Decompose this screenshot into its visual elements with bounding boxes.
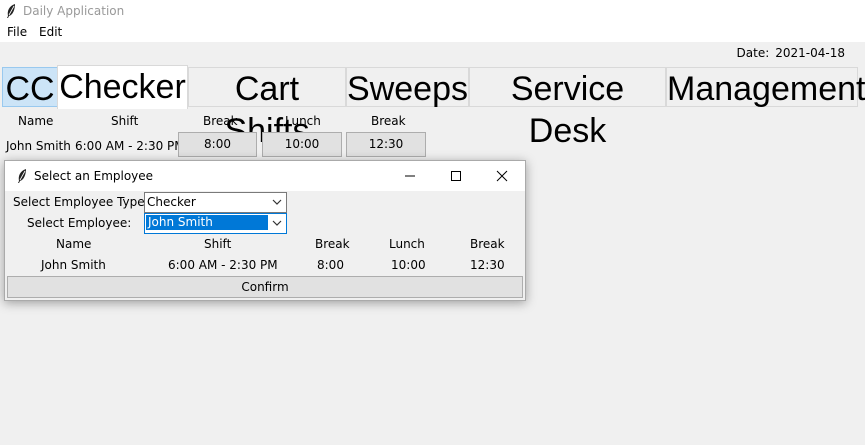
tab-cc[interactable]: CC <box>2 67 58 108</box>
date-label: Date: <box>736 46 770 60</box>
dialog-header-shift: Shift <box>204 237 232 251</box>
employee-type-label: Select Employee Type: <box>13 195 149 209</box>
tab-checker[interactable]: Checker <box>57 65 188 109</box>
menu-file[interactable]: File <box>7 25 27 39</box>
employee-value: John Smith <box>146 215 268 230</box>
maximize-icon <box>451 171 461 181</box>
dialog-titlebar: Select an Employee <box>5 161 525 191</box>
select-employee-dialog: Select an Employee Select Employee Type:… <box>4 160 526 301</box>
break-time-button[interactable]: 8:00 <box>178 132 257 157</box>
grid-header-break: Break <box>203 114 238 128</box>
menu-edit[interactable]: Edit <box>39 25 62 39</box>
break-time-button[interactable]: 12:30 <box>346 132 426 157</box>
dialog-title: Select an Employee <box>34 169 154 183</box>
tab-sweeps[interactable]: Sweeps <box>346 67 469 108</box>
window-title: Daily Application <box>23 4 125 18</box>
dialog-cell-break: 12:30 <box>470 258 505 272</box>
grid-header-lunch: Lunch <box>285 114 321 128</box>
feather-icon <box>7 4 15 18</box>
close-icon <box>496 170 508 182</box>
tab-service-desk[interactable]: Service Desk <box>469 67 666 150</box>
tab-cart-shifts[interactable]: Cart Shifts <box>188 67 346 150</box>
employee-label: Select Employee: <box>27 216 132 230</box>
tab-management[interactable]: Management <box>666 67 865 108</box>
grid-header-shift: Shift <box>111 114 139 128</box>
grid-header-break: Break <box>371 114 406 128</box>
dialog-header-break: Break <box>470 237 505 251</box>
employee-type-select[interactable]: Checker <box>144 192 287 213</box>
dialog-header-name: Name <box>56 237 92 251</box>
dialog-cell-lunch: 10:00 <box>391 258 426 272</box>
date-display: Date: 2021-04-18 <box>731 46 845 60</box>
close-button[interactable] <box>479 161 525 191</box>
confirm-button[interactable]: Confirm <box>7 276 523 298</box>
minimize-button[interactable] <box>387 161 433 191</box>
chevron-down-icon[interactable] <box>272 219 282 227</box>
grid-header-name: Name <box>18 114 54 128</box>
dialog-cell-name: John Smith <box>41 258 106 272</box>
grid-cell-shift: 6:00 AM - 2:30 PM <box>75 139 185 153</box>
feather-icon <box>18 169 26 183</box>
lunch-time-button[interactable]: 10:00 <box>262 132 342 157</box>
employee-type-value: Checker <box>147 195 196 209</box>
chevron-down-icon[interactable] <box>272 198 282 206</box>
date-value: 2021-04-18 <box>775 46 845 60</box>
dialog-cell-shift: 6:00 AM - 2:30 PM <box>168 258 278 272</box>
dialog-cell-break: 8:00 <box>317 258 344 272</box>
dialog-header-break: Break <box>315 237 350 251</box>
grid-cell-name: John Smith <box>6 139 71 153</box>
dialog-header-lunch: Lunch <box>389 237 425 251</box>
minimize-icon <box>405 175 415 177</box>
maximize-button[interactable] <box>433 161 479 191</box>
window-titlebar: Daily Application <box>0 0 865 23</box>
employee-select[interactable]: John Smith <box>144 213 287 234</box>
menu-bar: File Edit <box>0 23 865 42</box>
